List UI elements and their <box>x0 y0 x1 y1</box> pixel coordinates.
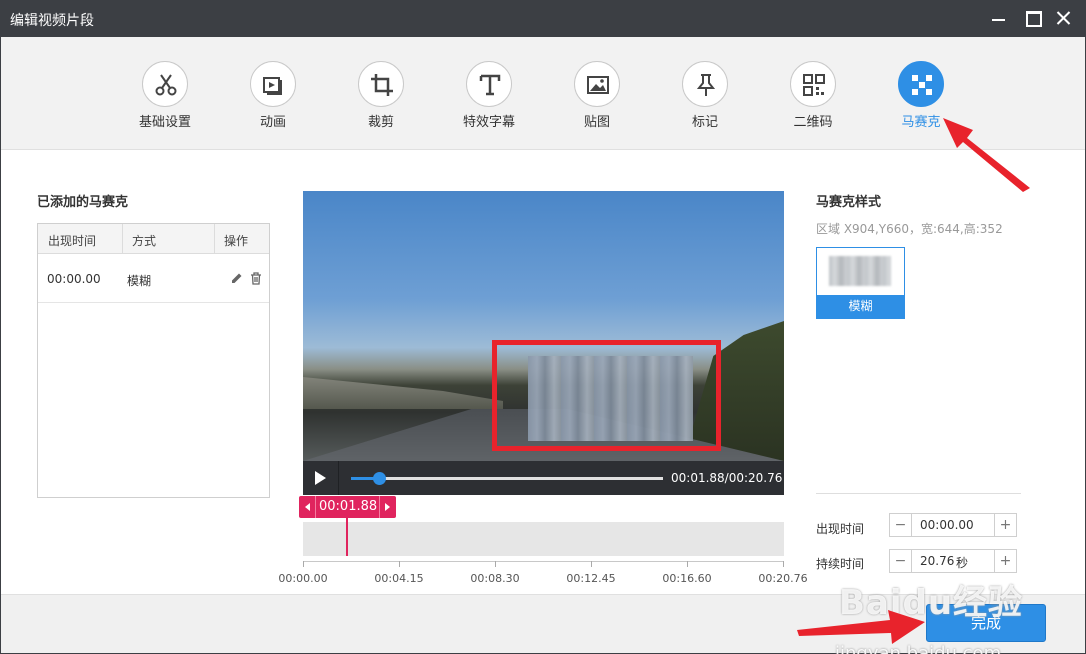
tab-label: 贴图 <box>583 115 610 130</box>
divider <box>338 461 339 495</box>
tab-label: 特效字幕 <box>462 115 515 130</box>
maximize-icon[interactable] <box>1022 8 1044 28</box>
mosaic-style-title: 马赛克样式 <box>816 195 882 210</box>
appear-time-stepper[interactable]: − 00:00.00 + <box>889 513 1017 537</box>
tab-mark[interactable]: 标记 <box>650 61 760 130</box>
column-header: 出现时间 <box>48 234 97 248</box>
pin-icon <box>682 61 728 107</box>
decrement-button[interactable]: − <box>890 550 912 572</box>
divider <box>379 496 380 518</box>
duration-stepper[interactable]: − 20.76 秒 + <box>889 549 1017 573</box>
video-preview[interactable] <box>303 191 784 461</box>
delete-icon[interactable] <box>250 272 262 285</box>
tab-sticker[interactable]: 贴图 <box>542 61 652 130</box>
dialog-body: 基础设置 动画 裁剪 特效字幕 贴图 标记 二维码 马赛克 已添加的马赛克 出现… <box>1 37 1085 654</box>
tab-effect-subtitles[interactable]: 特效字幕 <box>434 61 544 130</box>
play-icon[interactable] <box>315 471 326 485</box>
column-divider <box>214 224 215 254</box>
timeline-tick <box>687 561 688 567</box>
text-icon <box>466 61 512 107</box>
mosaic-region-frame[interactable] <box>492 340 721 451</box>
mosaic-icon <box>898 61 944 107</box>
tab-label: 基础设置 <box>138 115 191 130</box>
progress-thumb[interactable] <box>373 472 387 485</box>
step-back-icon[interactable] <box>305 503 310 511</box>
row-time: 00:00.00 <box>47 272 101 286</box>
player-controls: 00:01.88/00:20.76 <box>303 461 784 495</box>
duration-label: 持续时间 <box>816 557 865 571</box>
style-option-label: 模糊 <box>817 295 904 318</box>
tab-animation[interactable]: 动画 <box>218 61 328 130</box>
animation-icon <box>250 61 296 107</box>
tab-label: 动画 <box>259 115 286 130</box>
scissors-icon <box>142 61 188 107</box>
duration-value[interactable]: 20.76 <box>920 554 954 568</box>
crop-icon <box>358 61 404 107</box>
marker-time: 00:01.88 <box>319 499 378 514</box>
tab-label: 裁剪 <box>367 115 394 130</box>
row-mode: 模糊 <box>127 274 152 288</box>
column-header: 方式 <box>132 234 157 248</box>
divider <box>816 493 1021 494</box>
timeline-ruler <box>303 561 784 562</box>
appear-time-label: 出现时间 <box>816 522 865 536</box>
region-info: 区域 X904,Y660，宽:644,高:352 <box>816 222 1003 236</box>
annotation-arrow-icon <box>943 118 1030 192</box>
decrement-button[interactable]: − <box>890 514 912 536</box>
timeline-tick-label: 00:16.60 <box>662 572 712 585</box>
mosaic-list-title: 已添加的马赛克 <box>37 195 129 210</box>
timeline-tick <box>399 561 400 567</box>
timeline-track[interactable] <box>303 522 784 556</box>
tab-qrcode[interactable]: 二维码 <box>758 61 868 130</box>
column-header: 操作 <box>224 234 249 248</box>
window-title: 编辑视频片段 <box>10 13 94 29</box>
progress-track[interactable] <box>351 472 663 485</box>
appear-time-value[interactable]: 00:00.00 <box>920 518 974 532</box>
timeline-marker[interactable]: 00:01.88 <box>299 496 396 518</box>
tab-label: 二维码 <box>793 115 833 130</box>
minimize-icon[interactable] <box>988 8 1010 28</box>
mosaic-list: 出现时间 方式 操作 00:00.00 模糊 <box>37 223 270 498</box>
qrcode-icon <box>790 61 836 107</box>
title-bar: 编辑视频片段 <box>0 0 1086 37</box>
timeline-tick-label: 00:08.30 <box>470 572 520 585</box>
tab-crop[interactable]: 裁剪 <box>326 61 436 130</box>
video-scene <box>303 377 503 409</box>
time-display: 00:01.88/00:20.76 <box>671 471 783 485</box>
timeline-tick <box>303 561 304 567</box>
tool-tabs: 基础设置 动画 裁剪 特效字幕 贴图 标记 二维码 马赛克 <box>1 37 1085 150</box>
edit-icon[interactable] <box>231 272 243 284</box>
timeline-tick <box>495 561 496 567</box>
annotation-arrow-icon <box>797 610 925 644</box>
column-divider <box>122 224 123 254</box>
list-header: 出现时间 方式 操作 <box>38 224 269 254</box>
timeline-tick-label: 00:12.45 <box>566 572 616 585</box>
timeline-playhead[interactable] <box>346 518 348 556</box>
tab-label: 标记 <box>691 115 718 130</box>
duration-unit: 秒 <box>956 556 969 570</box>
blur-preview <box>829 256 891 286</box>
divider <box>315 496 316 518</box>
image-icon <box>574 61 620 107</box>
timeline-tick-label: 00:20.76 <box>758 572 808 585</box>
style-option-blur[interactable]: 模糊 <box>816 247 905 319</box>
step-forward-icon[interactable] <box>385 503 390 511</box>
timeline-tick-label: 00:04.15 <box>374 572 424 585</box>
close-icon[interactable] <box>1053 8 1075 28</box>
increment-button[interactable]: + <box>994 514 1016 536</box>
timeline-tick <box>591 561 592 567</box>
increment-button[interactable]: + <box>994 550 1016 572</box>
list-item[interactable]: 00:00.00 模糊 <box>38 255 269 303</box>
timeline-tick <box>783 561 784 567</box>
timeline-tick-label: 00:00.00 <box>278 572 328 585</box>
tab-basic-settings[interactable]: 基础设置 <box>110 61 220 130</box>
